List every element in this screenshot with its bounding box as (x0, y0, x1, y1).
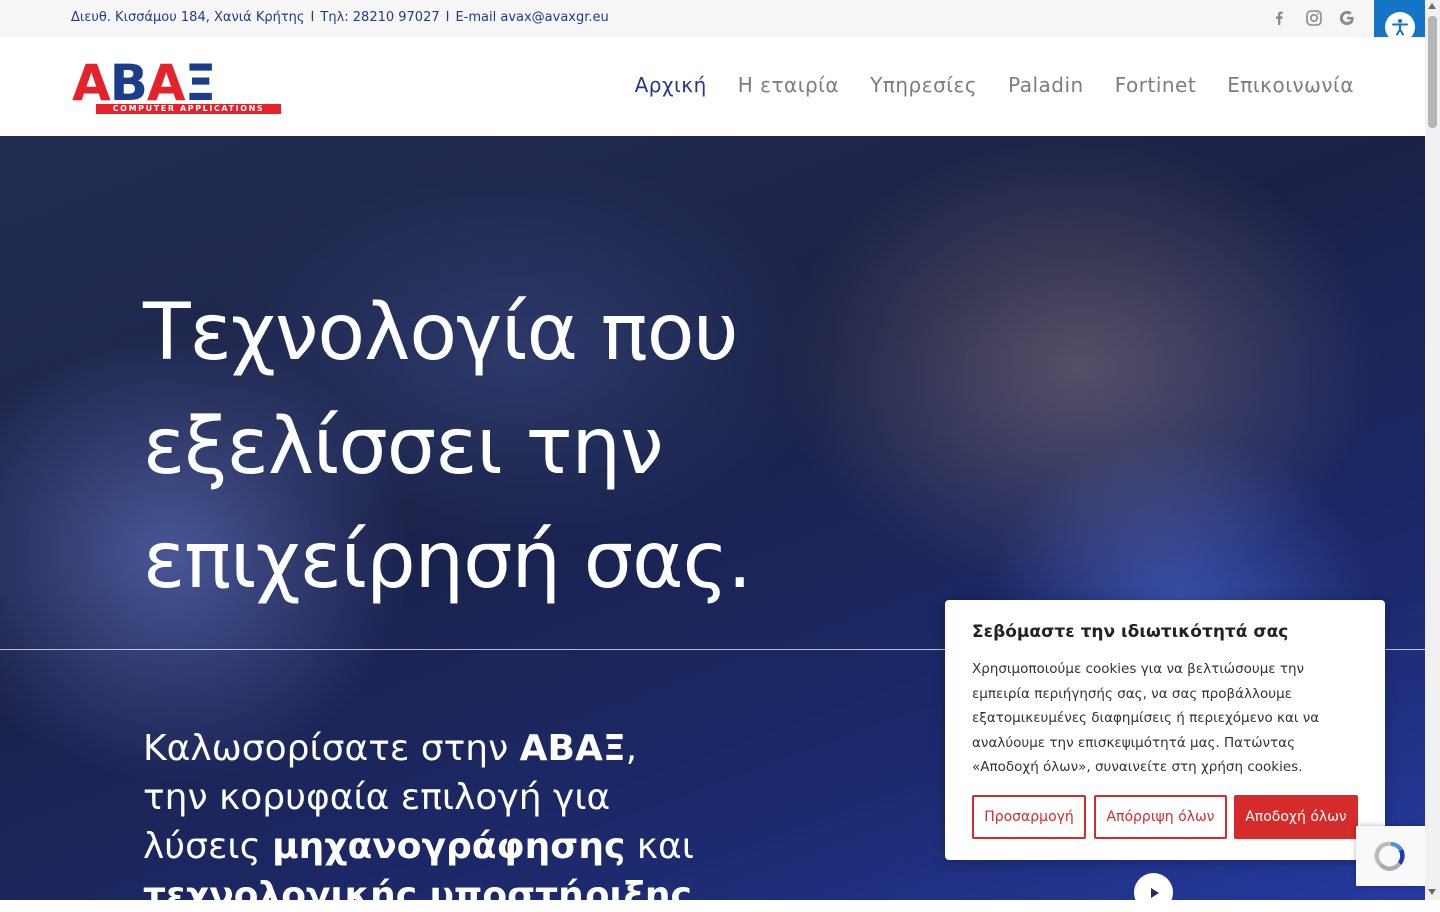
main-nav: Αρχική Η εταιρία Υπηρεσίες Paladin Forti… (635, 73, 1354, 97)
nav-item-contact[interactable]: Επικοινωνία (1227, 73, 1354, 97)
separator: I (310, 10, 315, 25)
instagram-icon[interactable] (1304, 8, 1324, 28)
nav-item-fortinet[interactable]: Fortinet (1115, 73, 1196, 97)
address-text: Διευθ. Κισσάμου 184, Χανιά Κρήτης (71, 10, 305, 25)
top-info-bar: Διευθ. Κισσάμου 184, Χανιά Κρήτης I Τηλ: 2… (0, 0, 1425, 37)
nav-item-company[interactable]: Η εταιρία (738, 73, 839, 97)
cookie-text: Χρησιμοποιούμε cookies για να βελτιώσουμ… (972, 661, 1320, 775)
scroll-up-arrow[interactable] (1428, 3, 1436, 9)
play-button[interactable] (1134, 873, 1173, 912)
customize-button[interactable]: Προσαρμογή (972, 795, 1086, 839)
recaptcha-badge[interactable] (1356, 826, 1425, 886)
facebook-icon[interactable] (1269, 8, 1289, 28)
hero-headline: Τεχνολογία που εξελίσσει την επιχείρησή … (143, 288, 752, 606)
contact-info: Διευθ. Κισσάμου 184, Χανιά Κρήτης I Τηλ: 2… (71, 10, 609, 25)
cookie-title: Σεβόμαστε την ιδιωτικότητά σας (972, 622, 1289, 642)
separator: I (445, 10, 450, 25)
logo-subtitle: COMPUTER APPLICATIONS (112, 104, 265, 113)
recaptcha-icon (1374, 841, 1405, 871)
nav-item-paladin[interactable]: Paladin (1008, 73, 1084, 97)
phone-link[interactable]: Τηλ: 28210 97027 (320, 10, 439, 25)
welcome-text: Καλωσορίσατε στην ΑΒΑΞ, την κορυφαία επι… (143, 728, 694, 900)
reject-all-button[interactable]: Απόρριψη όλων (1094, 795, 1227, 839)
logo-subtitle-bar: COMPUTER APPLICATIONS (96, 104, 281, 114)
play-icon (1150, 887, 1159, 898)
accept-all-button[interactable]: Αποδοχή όλων (1234, 795, 1358, 839)
nav-item-services[interactable]: Υπηρεσίες (870, 73, 977, 97)
google-icon[interactable] (1337, 8, 1357, 28)
cookie-consent-panel: Σεβόμαστε την ιδιωτικότητά σας Χρησιμοπο… (945, 600, 1385, 860)
page-scrollbar[interactable] (1425, 0, 1440, 900)
nav-item-home[interactable]: Αρχική (635, 73, 707, 97)
site-logo[interactable]: ΑΒΑΞ COMPUTER APPLICATIONS (72, 54, 281, 115)
scrollbar-thumb[interactable] (1428, 16, 1437, 128)
site-header: ΑΒΑΞ COMPUTER APPLICATIONS Αρχική Η εται… (0, 37, 1425, 136)
email-link[interactable]: E-mail avax@avaxgr.eu (455, 10, 608, 25)
scroll-down-arrow[interactable] (1428, 889, 1436, 895)
